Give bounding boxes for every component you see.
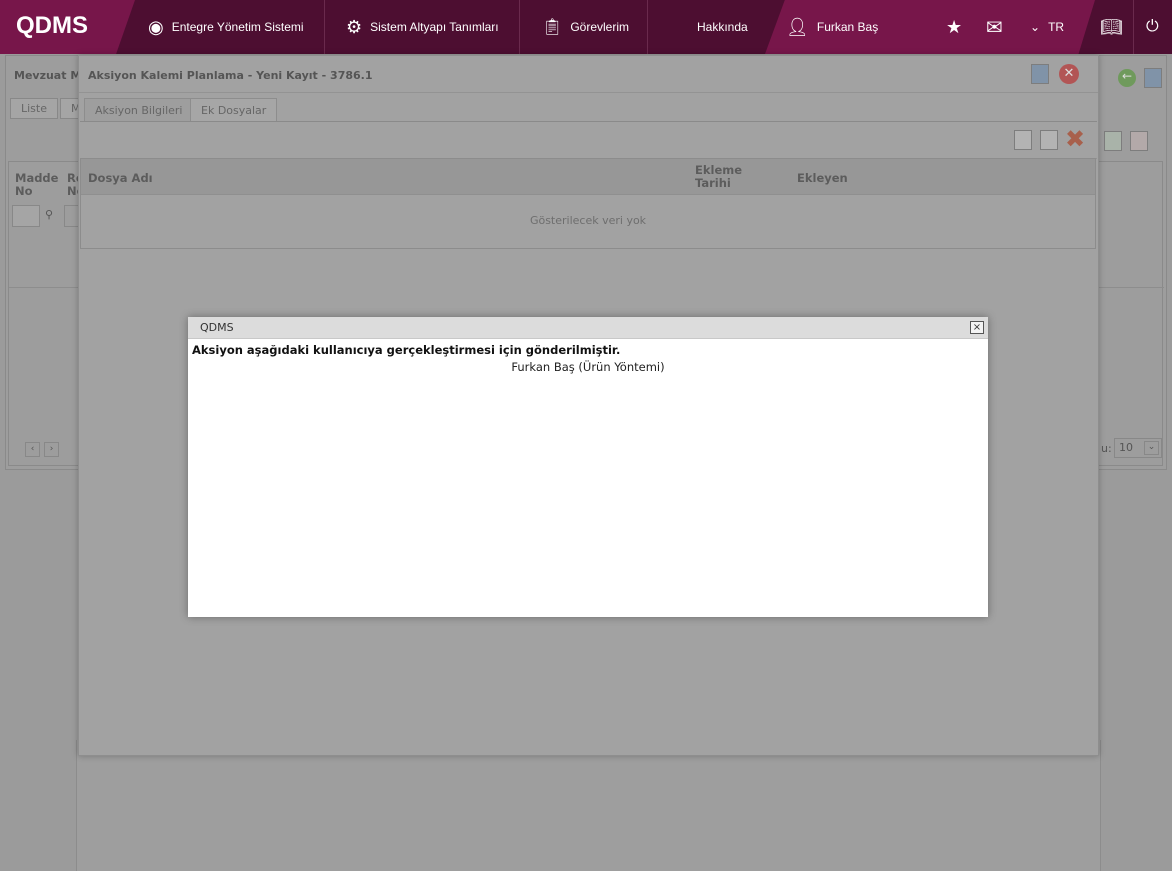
- language-select[interactable]: ⌄ TR: [1030, 0, 1064, 54]
- divider: [324, 0, 325, 54]
- back-arrow-icon[interactable]: ←: [1118, 69, 1136, 87]
- nav-entegre-yonetim[interactable]: ◉ Entegre Yönetim Sistemi: [148, 0, 304, 54]
- user-menu[interactable]: 👤︎ Furkan Baş: [786, 0, 878, 54]
- divider: [1133, 0, 1134, 54]
- column-dosya-adi[interactable]: Dosya Adı: [88, 172, 153, 185]
- tab-liste[interactable]: Liste: [10, 98, 58, 119]
- info-dialog: QDMS × Aksiyon aşağıdaki kullanıcıya ger…: [188, 317, 988, 617]
- column-madde-no: Madde No: [15, 171, 59, 198]
- close-window-icon[interactable]: ✕: [1059, 64, 1079, 84]
- power-icon: ⏻: [1146, 18, 1159, 35]
- favorites-button[interactable]: ★: [946, 0, 962, 54]
- star-icon: ★: [946, 16, 963, 37]
- grid-header: Dosya Adı Ekleme Tarihi Ekleyen: [81, 159, 1095, 195]
- nav-hakkinda[interactable]: Hakkında: [697, 0, 748, 54]
- top-navigation-bar: QDMS ◉ Entegre Yönetim Sistemi ⚙ Sistem …: [0, 0, 1172, 54]
- page-size-select[interactable]: 10 ⌄: [1114, 438, 1162, 458]
- files-grid: Dosya Adı Ekleme Tarihi Ekleyen Gösteril…: [80, 158, 1096, 249]
- nav-label: Sistem Altyapı Tanımları: [370, 20, 499, 34]
- divider: [79, 92, 1098, 93]
- column-ekleme-tarihi[interactable]: Ekleme Tarihi: [695, 164, 755, 190]
- nav-label: Görevlerim: [570, 20, 629, 34]
- logout-button[interactable]: ⏻: [1146, 0, 1159, 54]
- page-size-label: u:: [1101, 442, 1112, 455]
- empty-grid-message: Gösterilecek veri yok: [529, 214, 647, 227]
- next-page-button[interactable]: ›: [44, 442, 59, 457]
- chevron-down-icon: ⌄: [1030, 20, 1041, 34]
- filter-input[interactable]: [12, 205, 40, 227]
- page-size-value: 10: [1119, 441, 1133, 454]
- delete-row-icon[interactable]: [1130, 131, 1148, 151]
- nav-label: Hakkında: [697, 20, 748, 34]
- messages-button[interactable]: ✉: [986, 0, 1003, 54]
- dialog-header: QDMS ×: [188, 317, 988, 339]
- help-book-button[interactable]: 📖︎: [1100, 0, 1123, 54]
- dialog-message: Aksiyon aşağıdaki kullanıcıya gerçekleşt…: [192, 343, 621, 357]
- save-icon[interactable]: [1144, 68, 1162, 88]
- user-name: Furkan Baş: [816, 20, 879, 34]
- attach-file-icon[interactable]: [1014, 130, 1032, 150]
- prev-page-button[interactable]: ‹: [25, 442, 40, 457]
- book-icon: 📖︎: [1100, 16, 1123, 37]
- clipboard-check-icon: 📋︎: [542, 19, 563, 36]
- nav-gorevlerim[interactable]: 📋︎ Görevlerim: [542, 0, 629, 54]
- delete-icon[interactable]: ✖: [1065, 125, 1085, 153]
- dialog-title: QDMS: [200, 321, 234, 334]
- nav-label: Entegre Yönetim Sistemi: [171, 20, 304, 34]
- filter-icon[interactable]: ⚲: [45, 208, 53, 221]
- dialog-recipient: Furkan Baş (Ürün Yöntemi): [511, 360, 665, 374]
- envelope-icon: ✉: [986, 16, 1003, 39]
- base-frame: [76, 740, 1101, 871]
- record-window-title: Aksiyon Kalemi Planlama - Yeni Kayıt - 3…: [88, 69, 373, 82]
- user-icon: 👤︎: [786, 16, 809, 37]
- add-row-icon[interactable]: [1104, 131, 1122, 151]
- tab-aksiyon-bilgileri[interactable]: Aksiyon Bilgileri: [84, 98, 194, 122]
- save-icon[interactable]: [1031, 64, 1049, 84]
- divider: [519, 0, 520, 54]
- language-label: TR: [1048, 20, 1065, 34]
- new-document-icon[interactable]: [1040, 130, 1058, 150]
- qdms-logo[interactable]: QDMS: [16, 12, 88, 40]
- nav-sistem-altyapi[interactable]: ⚙ Sistem Altyapı Tanımları: [346, 0, 499, 54]
- divider: [647, 0, 648, 54]
- column-ekleyen[interactable]: Ekleyen: [797, 172, 848, 185]
- dialog-close-button[interactable]: ×: [970, 321, 984, 334]
- qdms-circle-icon: ◉: [148, 16, 164, 37]
- gear-icon: ⚙: [346, 16, 363, 37]
- chevron-down-icon: ⌄: [1144, 441, 1159, 455]
- tab-ek-dosyalar[interactable]: Ek Dosyalar: [190, 98, 278, 122]
